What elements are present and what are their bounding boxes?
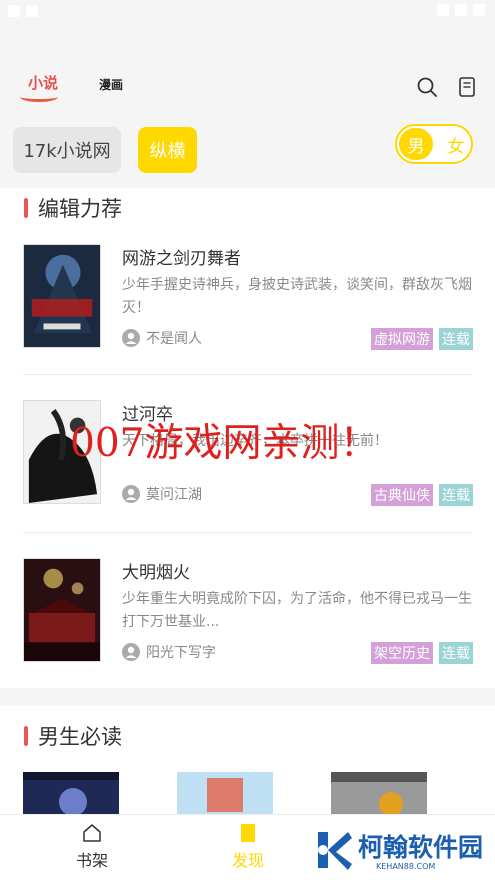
author-row: 莫问江湖 [122, 484, 202, 504]
search-icon[interactable] [416, 76, 438, 98]
top-nav: 小说 漫画 [0, 62, 495, 110]
book-author: 莫问江湖 [146, 487, 202, 503]
section-accent-bar [24, 198, 28, 218]
book-author: 不是闻人 [146, 331, 202, 347]
status-tag: 连载 [439, 484, 473, 506]
nav-discover[interactable]: 发现 [232, 823, 264, 871]
signal-icon [455, 4, 467, 16]
section-header: 编辑力荐 [24, 194, 122, 222]
book-tags: 古典仙侠 连载 [371, 484, 473, 506]
nav-bookshelf[interactable]: 书架 [76, 823, 108, 871]
genre-tag: 虚拟网游 [371, 328, 433, 350]
book-cover[interactable] [177, 772, 273, 818]
brand-k-icon [318, 832, 352, 870]
author-row: 阳光下写字 [122, 642, 216, 662]
book-cover[interactable] [23, 558, 101, 662]
book-cover[interactable] [23, 772, 119, 818]
section-accent-bar [24, 726, 28, 746]
watermark-text: 007游戏网亲测！ [70, 421, 379, 466]
book-author: 阳光下写字 [146, 645, 216, 661]
book-item[interactable]: 大明烟火 少年重生大明竟成阶下囚，为了活命，他不得已戎马一生打下万世基业... … [0, 558, 495, 698]
person-icon [122, 485, 140, 503]
status-tag: 连载 [439, 328, 473, 350]
section-title: 男生必读 [38, 725, 122, 749]
gender-male-option[interactable]: 男 [399, 128, 433, 160]
book-tags: 虚拟网游 连载 [371, 328, 473, 350]
author-row: 不是闻人 [122, 328, 202, 348]
status-bar [0, 0, 495, 22]
book-title: 大明烟火 [122, 563, 190, 583]
genre-tag: 架空历史 [371, 642, 433, 664]
book-tags: 架空历史 连载 [371, 642, 473, 664]
status-notifications [8, 5, 38, 17]
section-title: 编辑力荐 [38, 197, 122, 221]
divider [23, 532, 472, 533]
logo-text: 小说 [28, 74, 59, 92]
book-cover[interactable] [23, 244, 101, 348]
section-header: 男生必读 [24, 722, 122, 750]
genre-tag: 古典仙侠 [371, 484, 433, 506]
book-item[interactable]: 网游之剑刃舞者 少年手握史诗神兵，身披史诗武装，谈笑间，群敌灰飞烟灭！ 不是闻人… [0, 244, 495, 384]
status-tag: 连载 [439, 642, 473, 664]
book-description: 少年手握史诗神兵，身披史诗武装，谈笑间，群敌灰飞烟灭！ [122, 277, 472, 316]
source-chip-17k[interactable]: 17k小说网 [13, 127, 121, 173]
source-chip-zongheng[interactable]: 纵横 [138, 127, 197, 173]
divider [23, 374, 472, 375]
nav-bookshelf-label: 书架 [76, 851, 109, 870]
home-icon [83, 824, 101, 842]
tab-novel-logo[interactable]: 小说 [20, 70, 62, 104]
wifi-icon [437, 4, 449, 16]
discover-icon [241, 824, 255, 842]
logo-swoosh-icon [20, 92, 58, 102]
person-icon [122, 643, 140, 661]
brand-name: 柯翰软件园 [358, 833, 484, 862]
bookshelf-icon[interactable] [456, 76, 478, 98]
person-icon [122, 329, 140, 347]
tab-manhua[interactable]: 漫画 [99, 76, 123, 93]
status-system-icons [437, 4, 485, 16]
notification-icon [26, 5, 38, 17]
book-description: 少年重生大明竟成阶下囚，为了活命，他不得已戎马一生打下万世基业... [122, 591, 472, 630]
gender-toggle[interactable]: 男 女 [395, 124, 473, 164]
nav-discover-label: 发现 [232, 851, 265, 870]
notification-icon [8, 5, 20, 17]
book-title: 网游之剑刃舞者 [122, 249, 241, 269]
gender-female-option[interactable]: 女 [441, 128, 471, 160]
battery-icon [473, 4, 485, 16]
brand-url: KEHAN88.COM [376, 862, 436, 871]
brand-logo: 柯翰软件园 KEHAN88.COM [316, 826, 486, 876]
book-cover[interactable] [331, 772, 427, 818]
